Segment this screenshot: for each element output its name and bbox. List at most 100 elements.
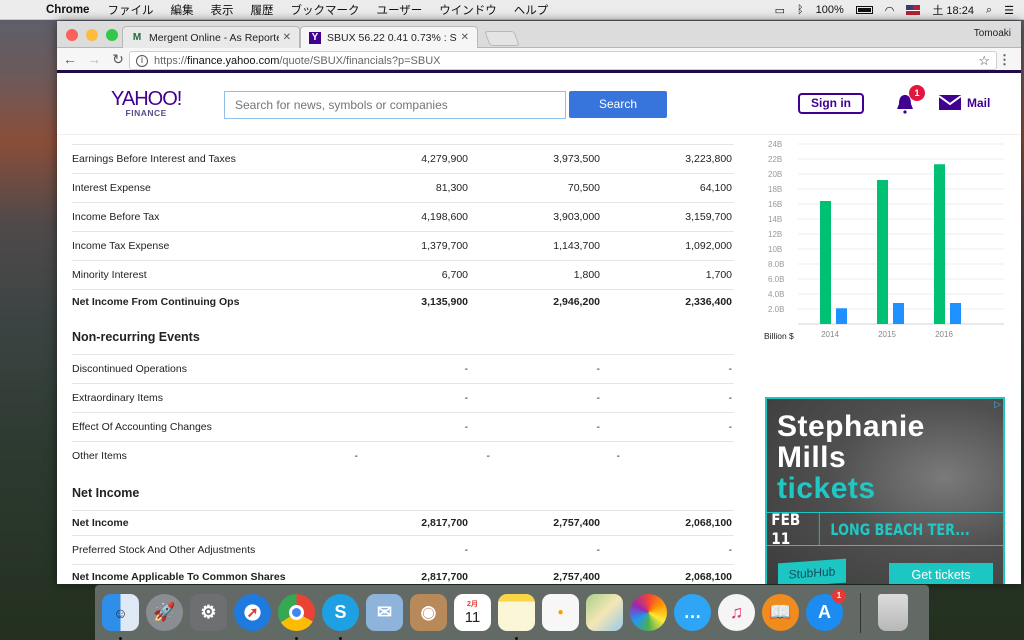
menu-bookmarks[interactable]: ブックマーク — [290, 2, 359, 18]
y-tick-label: 14B — [768, 215, 782, 224]
row-value-year-2: 3,903,000 — [553, 211, 600, 223]
dock-photos-icon[interactable] — [630, 594, 667, 631]
row-value-year-2: 70,500 — [567, 182, 600, 194]
row-label: Net Income Applicable To Common Shares — [72, 571, 286, 583]
yahoo-favicon-icon: Y — [309, 31, 321, 44]
chrome-menu-icon[interactable]: ⋮ — [998, 52, 1011, 68]
table-row: Income Before Tax 4,198,600 3,903,000 3,159… — [72, 202, 734, 231]
address-bar[interactable]: i https://finance.yahoo.com/quote/SBUX/f… — [129, 51, 997, 70]
menu-file[interactable]: ファイル — [107, 2, 153, 18]
revenue-earnings-chart: 2.0B 4.0B 6.0B 8.0B 10B 12B 14B 16B 18B 20B 22B 24B… — [762, 136, 1007, 366]
mail-link[interactable]: Mail — [939, 95, 990, 110]
forward-arrow-icon[interactable]: → — [83, 51, 105, 67]
bluetooth-icon[interactable]: ᛒ — [797, 4, 804, 16]
minimize-window-button[interactable] — [86, 29, 98, 41]
dock-app-store-icon[interactable]: A1 — [806, 589, 846, 631]
row-value-year-1: 6,700 — [441, 269, 468, 281]
row-value-year-2: 1,143,700 — [553, 240, 600, 252]
row-value-year-1: 81,300 — [435, 182, 468, 194]
sign-in-button[interactable]: Sign in — [798, 93, 864, 114]
menu-user[interactable]: ユーザー — [376, 2, 422, 18]
row-label: Effect Of Accounting Changes — [72, 421, 212, 433]
menu-help[interactable]: ヘルプ — [514, 2, 549, 18]
dock-calendar-icon[interactable]: 2月 11 — [454, 594, 491, 631]
adchoices-icon[interactable]: ▷ — [994, 399, 1001, 410]
dock-mail-icon[interactable]: ✉ — [366, 594, 403, 631]
menu-app-name[interactable]: Chrome — [46, 4, 89, 16]
dock-launchpad-icon[interactable]: 🚀 — [146, 594, 183, 631]
dock-notes-icon[interactable] — [498, 594, 535, 640]
row-value-year-3: 2,068,100 — [685, 517, 732, 529]
dock-messages-icon[interactable]: … — [674, 594, 711, 631]
yahoo-finance-logo[interactable]: YAHOO! FINANCE — [111, 89, 182, 118]
row-value-year-3: 3,159,700 — [685, 211, 732, 223]
menu-bar: Chrome ファイル 編集 表示 履歴 ブックマーク ユーザー ウインドウ ヘ… — [0, 0, 1024, 20]
row-value-year-3: 1,092,000 — [685, 240, 732, 252]
table-row: Effect Of Accounting Changes - - - — [72, 412, 734, 441]
row-value-year-2: - — [486, 450, 491, 462]
row-label: Preferred Stock And Other Adjustments — [72, 544, 256, 556]
airplay-icon[interactable]: ▭ — [775, 4, 785, 17]
row-value-year-2: 2,946,200 — [553, 296, 600, 308]
row-value-year-1: - — [464, 544, 469, 556]
table-row: Discontinued Operations - - - — [72, 354, 734, 383]
get-tickets-button[interactable]: Get tickets — [889, 563, 993, 584]
row-value-year-2: - — [596, 421, 601, 433]
dock-system-preferences-icon[interactable]: ⚙ — [190, 594, 227, 631]
row-label: Net Income From Continuing Ops — [72, 296, 240, 308]
back-arrow-icon[interactable]: ← — [59, 51, 81, 67]
stubhub-ad[interactable]: ▷ Stephanie Mills tickets FEB 11 LONG BE… — [765, 397, 1005, 584]
row-value-year-1: 1,379,700 — [421, 240, 468, 252]
input-source-flag-icon[interactable] — [906, 5, 921, 15]
close-tab-icon[interactable]: ✕ — [283, 32, 291, 43]
row-value-year-1: 2,817,700 — [421, 571, 468, 583]
ad-venue: LONG BEACH TER... — [830, 519, 970, 539]
tab-title: Mergent Online - As Reported — [149, 31, 279, 44]
dock-finder-icon[interactable]: ☺ — [102, 594, 139, 640]
reload-icon[interactable]: ↻ — [107, 51, 129, 68]
dock-reminders-icon[interactable]: ● — [542, 594, 579, 631]
clock[interactable]: 土 18:24 — [932, 2, 974, 18]
tab-strip: M Mergent Online - As Reported ✕ Y SBUX … — [57, 21, 1021, 48]
dock-safari-icon[interactable]: ➚ — [234, 594, 271, 631]
dock-chrome-icon[interactable] — [278, 594, 315, 640]
y-unit-label: Billion $ — [764, 331, 794, 341]
bar-earnings-2014 — [836, 308, 847, 324]
profile-name[interactable]: Tomoaki — [974, 28, 1011, 39]
dock-trash-icon[interactable] — [878, 594, 908, 631]
ad-headline-line2: Mills — [777, 441, 847, 474]
bookmark-star-icon[interactable]: ☆ — [978, 53, 990, 69]
dock-skype-icon[interactable]: S — [322, 594, 359, 640]
dock-contacts-icon[interactable]: ◉ — [410, 594, 447, 631]
table-row: Earnings Before Interest and Taxes 4,279,… — [72, 144, 734, 173]
y-tick-label: 24B — [768, 140, 782, 149]
close-window-button[interactable] — [66, 29, 78, 41]
spotlight-search-icon[interactable]: ⌕ — [986, 4, 992, 17]
dock-ibooks-icon[interactable]: 📖 — [762, 594, 799, 631]
notification-center-icon[interactable]: ☰ — [1004, 4, 1014, 17]
dock-maps-icon[interactable] — [586, 594, 623, 631]
table-row: Income Tax Expense 1,379,700 1,143,700 1,09… — [72, 231, 734, 260]
site-info-icon[interactable]: i — [136, 54, 148, 67]
mail-label: Mail — [967, 95, 991, 110]
battery-percent: 100% — [815, 4, 844, 16]
close-tab-icon[interactable]: ✕ — [461, 32, 469, 43]
row-value-year-3: - — [728, 544, 733, 556]
menu-edit[interactable]: 編集 — [170, 2, 193, 18]
battery-icon[interactable] — [855, 6, 873, 14]
tab-mergent[interactable]: M Mergent Online - As Reported ✕ — [122, 26, 300, 48]
search-input[interactable] — [224, 91, 566, 119]
menu-view[interactable]: 表示 — [210, 2, 233, 18]
menu-window[interactable]: ウインドウ — [439, 2, 497, 18]
wifi-icon[interactable]: ◠ — [885, 4, 895, 17]
search-button[interactable]: Search — [569, 91, 667, 118]
bar-revenue-2016 — [934, 164, 945, 324]
new-tab-button[interactable] — [484, 31, 520, 46]
row-value-year-2: - — [596, 544, 601, 556]
row-value-year-2: - — [596, 392, 601, 404]
tab-sbux-yahoo[interactable]: Y SBUX 56.22 0.41 0.73% : Star ✕ — [300, 26, 478, 48]
dock-itunes-icon[interactable]: ♫ — [718, 594, 755, 631]
zoom-window-button[interactable] — [106, 29, 118, 41]
menu-history[interactable]: 履歴 — [250, 2, 273, 18]
row-value-year-2: 3,973,500 — [553, 153, 600, 165]
